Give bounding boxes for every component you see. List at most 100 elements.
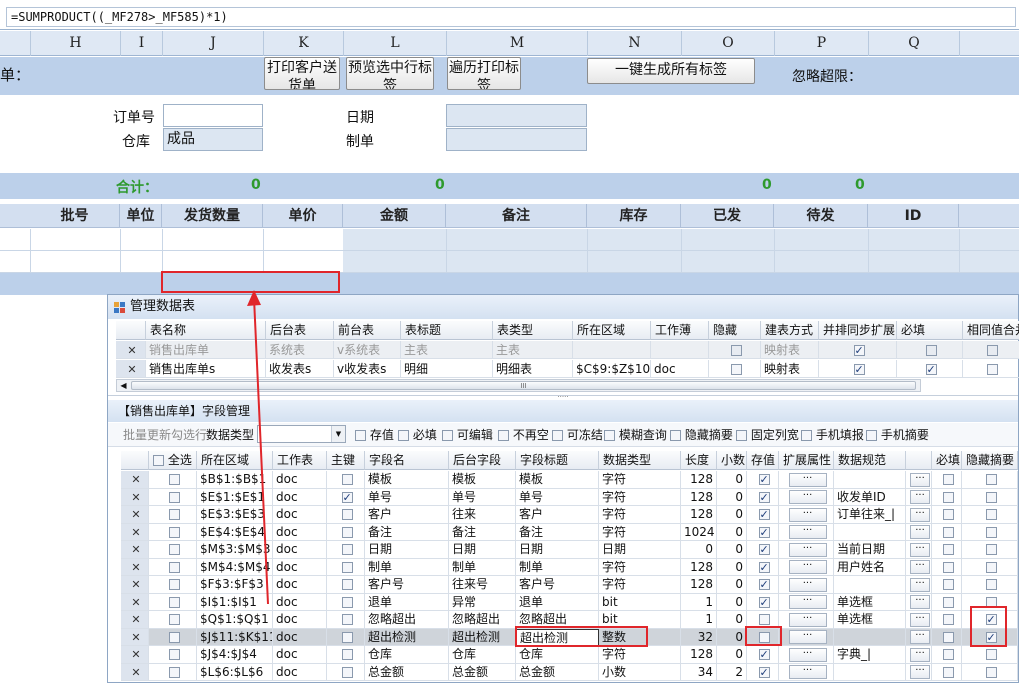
- required-checkbox[interactable]: [897, 360, 963, 378]
- hidden-checkbox[interactable]: [709, 341, 761, 359]
- field-pk-checkbox[interactable]: [327, 611, 365, 629]
- row-select-checkbox[interactable]: [149, 628, 197, 646]
- field-title-cell[interactable]: 总金额: [516, 663, 599, 681]
- field-dec-cell[interactable]: 0: [717, 506, 747, 524]
- field-hide-summary-checkbox[interactable]: [962, 646, 1018, 664]
- ext-attr-button[interactable]: ···: [779, 506, 834, 524]
- field-type-cell[interactable]: 字符: [599, 576, 681, 594]
- field-spec-cell[interactable]: 收发单ID: [834, 488, 906, 506]
- field-type-cell[interactable]: 字符: [599, 646, 681, 664]
- mode-cell[interactable]: 映射表: [761, 341, 819, 359]
- spec-picker-button[interactable]: ···: [906, 593, 932, 611]
- field-back-cell[interactable]: 单号: [449, 488, 516, 506]
- select-all-checkbox[interactable]: 全选: [149, 451, 197, 470]
- delete-field-button[interactable]: ✕: [121, 523, 149, 541]
- field-name-cell[interactable]: 忽略超出: [365, 611, 449, 629]
- field-pk-checkbox[interactable]: [327, 471, 365, 489]
- field-len-cell[interactable]: 34: [681, 663, 717, 681]
- field-dec-cell[interactable]: 0: [717, 523, 747, 541]
- required-checkbox[interactable]: [897, 341, 963, 359]
- opt-store[interactable]: 存值: [355, 427, 394, 443]
- field-required-checkbox[interactable]: [932, 576, 962, 594]
- workbook-cell[interactable]: [651, 341, 709, 359]
- field-store-checkbox[interactable]: [747, 471, 779, 489]
- field-hide-summary-checkbox[interactable]: [962, 576, 1018, 594]
- field-back-cell[interactable]: 日期: [449, 541, 516, 559]
- col-i[interactable]: I: [120, 31, 162, 56]
- col-n[interactable]: N: [587, 31, 681, 56]
- field-back-cell[interactable]: 往来: [449, 506, 516, 524]
- spec-picker-button[interactable]: ···: [906, 628, 932, 646]
- field-title-cell[interactable]: 制单: [516, 558, 599, 576]
- spec-picker-button[interactable]: ···: [906, 611, 932, 629]
- order-no-field[interactable]: [163, 104, 263, 127]
- field-title-cell[interactable]: 仓库: [516, 646, 599, 664]
- field-store-checkbox[interactable]: [747, 558, 779, 576]
- field-name-cell[interactable]: 单号: [365, 488, 449, 506]
- field-dec-cell[interactable]: 2: [717, 663, 747, 681]
- field-type-cell[interactable]: 字符: [599, 558, 681, 576]
- scroll-left-arrow-icon[interactable]: ◀: [118, 380, 129, 391]
- field-sheet-cell[interactable]: doc: [273, 646, 327, 664]
- field-spec-cell[interactable]: 单选框: [834, 611, 906, 629]
- field-spec-cell[interactable]: [834, 576, 906, 594]
- field-name-cell[interactable]: 仓库: [365, 646, 449, 664]
- print-delivery-button[interactable]: 打印客户送货单: [264, 57, 340, 90]
- field-region-cell[interactable]: $J$11:$K$11: [197, 628, 273, 646]
- ext-attr-button[interactable]: ···: [779, 471, 834, 489]
- ext-attr-button[interactable]: ···: [779, 576, 834, 594]
- field-dec-cell[interactable]: 0: [717, 611, 747, 629]
- sync-checkbox[interactable]: [819, 341, 897, 359]
- field-store-checkbox[interactable]: [747, 541, 779, 559]
- row-select-checkbox[interactable]: [149, 611, 197, 629]
- field-name-cell[interactable]: 备注: [365, 523, 449, 541]
- row-select-checkbox[interactable]: [149, 471, 197, 489]
- field-required-checkbox[interactable]: [932, 471, 962, 489]
- ext-attr-button[interactable]: ···: [779, 628, 834, 646]
- field-pk-checkbox[interactable]: [327, 663, 365, 681]
- row-select-checkbox[interactable]: [149, 576, 197, 594]
- delete-field-button[interactable]: ✕: [121, 628, 149, 646]
- field-name-cell[interactable]: 日期: [365, 541, 449, 559]
- col-j[interactable]: J: [162, 31, 263, 56]
- field-sheet-cell[interactable]: doc: [273, 663, 327, 681]
- opt-not-empty[interactable]: 不再空: [498, 427, 549, 443]
- field-len-cell[interactable]: 128: [681, 506, 717, 524]
- detail-row-2-left[interactable]: [0, 251, 343, 273]
- field-required-checkbox[interactable]: [932, 558, 962, 576]
- field-pk-checkbox[interactable]: [327, 506, 365, 524]
- field-spec-cell[interactable]: 订单往来_|: [834, 506, 906, 524]
- field-store-checkbox[interactable]: [747, 488, 779, 506]
- field-title-cell[interactable]: 模板: [516, 471, 599, 489]
- field-back-cell[interactable]: 制单: [449, 558, 516, 576]
- field-spec-cell[interactable]: 当前日期: [834, 541, 906, 559]
- field-len-cell[interactable]: 0: [681, 541, 717, 559]
- row-select-checkbox[interactable]: [149, 488, 197, 506]
- delete-row-button[interactable]: ✕: [116, 360, 146, 378]
- field-hide-summary-checkbox[interactable]: [962, 558, 1018, 576]
- delete-field-button[interactable]: ✕: [121, 576, 149, 594]
- spec-picker-button[interactable]: ···: [906, 663, 932, 681]
- field-hide-summary-checkbox[interactable]: [962, 663, 1018, 681]
- delete-field-button[interactable]: ✕: [121, 541, 149, 559]
- field-title-cell[interactable]: 单号: [516, 488, 599, 506]
- field-region-cell[interactable]: $Q$1:$Q$1: [197, 611, 273, 629]
- col-o[interactable]: O: [681, 31, 774, 56]
- field-hide-summary-checkbox[interactable]: [962, 471, 1018, 489]
- field-type-cell[interactable]: 日期: [599, 541, 681, 559]
- field-required-checkbox[interactable]: [932, 523, 962, 541]
- formula-input[interactable]: =SUMPRODUCT((_MF278>_MF585)*1): [6, 7, 1016, 27]
- hidden-checkbox[interactable]: [709, 360, 761, 378]
- title-cell[interactable]: 主表: [401, 341, 493, 359]
- field-sheet-cell[interactable]: doc: [273, 471, 327, 489]
- field-region-cell[interactable]: $J$4:$J$4: [197, 646, 273, 664]
- col-q[interactable]: Q: [868, 31, 959, 56]
- field-pk-checkbox[interactable]: [327, 576, 365, 594]
- field-sheet-cell[interactable]: doc: [273, 488, 327, 506]
- field-spec-cell[interactable]: 用户姓名: [834, 558, 906, 576]
- mode-cell[interactable]: 映射表: [761, 360, 819, 378]
- field-type-cell[interactable]: bit: [599, 593, 681, 611]
- field-len-cell[interactable]: 1024: [681, 523, 717, 541]
- field-required-checkbox[interactable]: [932, 488, 962, 506]
- delete-field-button[interactable]: ✕: [121, 593, 149, 611]
